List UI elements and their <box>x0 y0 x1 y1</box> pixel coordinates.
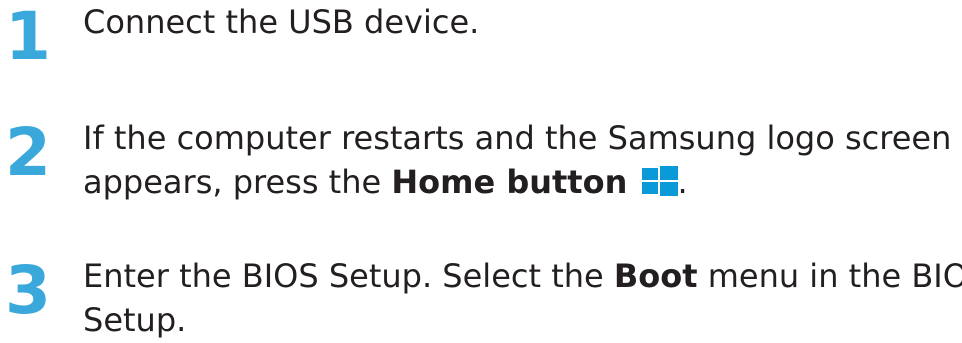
step-line-suffix: . <box>677 163 688 201</box>
step-line: If the computer restarts and the Samsung… <box>83 119 952 157</box>
step-number: 2 <box>5 114 51 191</box>
step-line-prefix: appears, press the <box>83 163 392 201</box>
step-line-suffix: menu in the BIOS <box>697 257 962 295</box>
step-number: 1 <box>5 0 51 75</box>
step-text: If the computer restarts and the Samsung… <box>83 116 958 204</box>
step-line: Connect the USB device. <box>83 3 480 41</box>
boot-menu-label: Boot <box>613 257 698 295</box>
step-text: Connect the USB device. <box>83 0 958 44</box>
step-number: 3 <box>5 252 51 329</box>
step-text: Enter the BIOS Setup. Select the Boot me… <box>83 254 962 342</box>
windows-home-icon <box>641 166 678 196</box>
step-line-prefix: Enter the BIOS Setup. Select the <box>83 257 614 295</box>
step-line: Setup. <box>83 301 187 339</box>
home-button-label: Home button <box>391 163 628 201</box>
